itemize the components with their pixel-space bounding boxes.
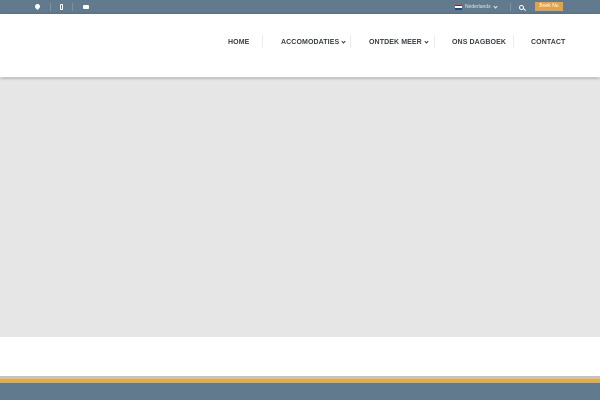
netherlands-flag-icon — [455, 4, 462, 10]
nav-item-diary[interactable]: ONS DAGBOEK — [452, 37, 506, 47]
content-spacer — [0, 337, 600, 376]
chevron-down-icon — [492, 3, 498, 9]
envelope-icon[interactable] — [80, 2, 92, 12]
top-bar-divider — [510, 3, 511, 11]
top-bar: Nederlands Boek Nu — [0, 0, 600, 14]
nav-label: CONTACT — [531, 38, 566, 46]
chevron-down-icon — [341, 38, 346, 44]
top-bar-divider — [72, 3, 73, 11]
nav-divider — [262, 35, 263, 48]
phone-icon[interactable] — [55, 2, 67, 12]
main-header: HOME ACCOMODATIES ONTDEK MEER ONS DAGBOE… — [0, 14, 600, 77]
nav-divider — [434, 35, 435, 48]
hero-image-placeholder — [0, 78, 600, 337]
book-now-button[interactable]: Boek Nu — [535, 2, 563, 11]
top-bar-divider — [50, 3, 51, 11]
nav-divider — [513, 35, 514, 48]
footer — [0, 383, 600, 400]
nav-label: HOME — [228, 38, 250, 46]
nav-item-accommodations[interactable]: ACCOMODATIES — [281, 37, 346, 47]
search-icon[interactable] — [516, 2, 526, 12]
language-label: Nederlands — [465, 4, 491, 10]
language-selector[interactable]: Nederlands — [455, 2, 498, 12]
nav-item-home[interactable]: HOME — [228, 37, 249, 47]
nav-label: ONTDEK MEER — [369, 38, 422, 46]
nav-divider — [350, 35, 351, 48]
nav-item-discover-more[interactable]: ONTDEK MEER — [369, 37, 429, 47]
map-pin-icon[interactable] — [31, 2, 43, 12]
chevron-down-icon — [424, 38, 429, 44]
nav-label: ACCOMODATIES — [281, 38, 340, 46]
nav-label: ONS DAGBOEK — [452, 38, 506, 46]
nav-item-contact[interactable]: CONTACT — [531, 37, 565, 47]
